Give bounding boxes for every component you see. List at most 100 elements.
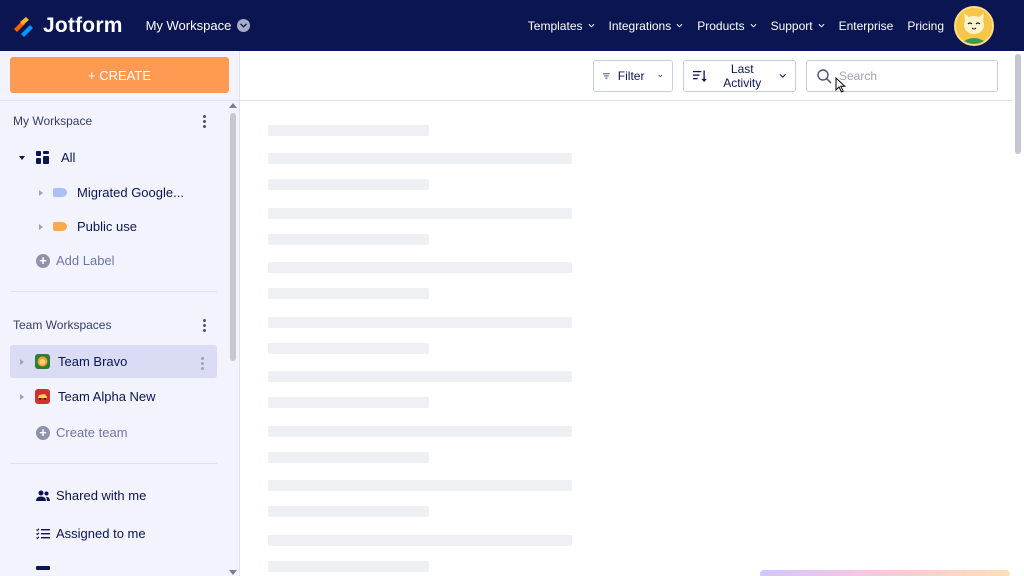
team-workspaces-more-icon[interactable]: [202, 319, 206, 332]
chevron-down-icon: [658, 74, 663, 78]
lion-icon: [35, 354, 50, 369]
main-scrollbar-thumb[interactable]: [1015, 54, 1021, 154]
loading-skeleton-bar: [268, 343, 429, 354]
forms-list-loading: [240, 101, 1013, 576]
workspace-switcher-label: My Workspace: [145, 18, 232, 33]
nav-item-label: Enterprise: [838, 18, 894, 33]
loading-skeleton-bar: [268, 535, 572, 546]
car-icon: [35, 389, 50, 404]
sidebar-item-label: Team Bravo: [58, 354, 128, 369]
nav-item-label: Integrations: [608, 18, 672, 33]
sidebar-scrollbar-thumb[interactable]: [230, 113, 236, 361]
loading-skeleton-bar: [268, 426, 572, 437]
user-avatar[interactable]: [954, 6, 994, 46]
chevron-down-icon: [818, 23, 825, 28]
loading-skeleton-bar: [268, 179, 429, 190]
scroll-down-arrow-icon[interactable]: [229, 570, 237, 575]
loading-skeleton-bar: [268, 125, 429, 136]
nav-templates[interactable]: Templates: [528, 19, 595, 33]
divider: [10, 463, 217, 464]
nav-item-label: Pricing: [907, 18, 944, 33]
plus-circle-icon: +: [36, 425, 50, 440]
filter-button[interactable]: Filter: [593, 60, 673, 92]
nav-item-label: Products: [697, 18, 745, 33]
chevron-down-icon: [750, 23, 757, 28]
loading-skeleton-bar: [268, 371, 572, 382]
sidebar-item-label: Assigned to me: [56, 526, 146, 541]
label-tag-icon: [53, 222, 67, 231]
filter-button-label: Filter: [617, 69, 645, 83]
sort-button[interactable]: Last Activity: [683, 60, 796, 92]
jotform-logo-icon: [13, 16, 33, 37]
loading-skeleton-bar: [268, 506, 429, 517]
label-tag-icon: [53, 188, 67, 197]
users-icon: [36, 490, 50, 501]
sort-icon: [693, 69, 707, 82]
divider: [0, 100, 239, 101]
sidebar-team-bravo[interactable]: Team Bravo: [20, 354, 127, 369]
create-button[interactable]: + CREATE: [10, 57, 229, 93]
nav-products[interactable]: Products: [697, 18, 757, 33]
my-workspace-more-icon[interactable]: [202, 115, 206, 128]
sidebar-item-label: All: [61, 150, 76, 165]
sort-button-label: Last Activity: [723, 62, 762, 90]
loading-skeleton-bar: [268, 288, 429, 299]
workspace-switcher[interactable]: My Workspace: [146, 18, 251, 33]
cat-avatar-icon: [956, 8, 992, 44]
chevron-down-icon: [237, 19, 251, 32]
loading-skeleton-bar: [268, 452, 429, 463]
caret-right-icon: [20, 393, 24, 400]
loading-skeleton-bar: [268, 317, 572, 328]
loading-skeleton-bar: [268, 153, 572, 164]
loading-skeleton-bar: [268, 208, 572, 219]
nav-support[interactable]: Support: [771, 19, 825, 33]
sidebar-item-shared-with-me[interactable]: Shared with me: [36, 488, 146, 503]
loading-skeleton-bar: [268, 397, 429, 408]
sidebar-item-label: Team Alpha New: [58, 389, 156, 404]
sidebar-item-label: Migrated Google...: [77, 185, 184, 200]
my-workspace-title: My Workspace: [13, 114, 93, 128]
search-input[interactable]: [839, 69, 979, 83]
caret-right-icon: [39, 189, 43, 196]
jotform-logo[interactable]: Jotform: [12, 14, 123, 38]
add-label-button[interactable]: + Add Label: [36, 253, 115, 268]
brand-name: Jotform: [43, 13, 123, 37]
sidebar-label-migrated-google[interactable]: Migrated Google...: [39, 185, 184, 200]
filter-icon: [603, 73, 610, 79]
loading-skeleton-bar: [268, 234, 429, 245]
nav-pricing[interactable]: Pricing: [907, 19, 944, 33]
decorative-gradient: [760, 570, 1010, 576]
sidebar-item-assigned-to-me[interactable]: Assigned to me: [36, 526, 146, 541]
team-bravo-more-icon[interactable]: [200, 357, 204, 370]
divider: [10, 291, 217, 292]
add-label-text: Add Label: [56, 253, 115, 268]
create-team-button[interactable]: + Create team: [36, 425, 128, 440]
sidebar: + CREATE My Workspace All Migrated Googl…: [0, 51, 240, 576]
chevron-down-icon: [676, 23, 683, 28]
forms-toolbar: Filter Last Activity: [240, 51, 1013, 101]
loading-skeleton-bar: [268, 480, 572, 491]
sidebar-team-alpha-new[interactable]: Team Alpha New: [20, 389, 156, 404]
sidebar-scrollbar[interactable]: [228, 103, 238, 575]
sidebar-item-all[interactable]: All: [19, 150, 75, 165]
sidebar-item-label: Public use: [77, 219, 137, 234]
caret-right-icon: [39, 223, 43, 230]
caret-down-icon: [19, 155, 25, 160]
nav-enterprise[interactable]: Enterprise: [839, 19, 894, 33]
checklist-icon: [36, 527, 50, 539]
create-team-text: Create team: [56, 425, 128, 440]
chevron-down-icon: [779, 73, 786, 78]
nav-integrations[interactable]: Integrations: [609, 19, 684, 33]
caret-right-icon: [20, 358, 24, 365]
sidebar-label-public-use[interactable]: Public use: [39, 219, 137, 234]
top-navigation-bar: Jotform My Workspace Templates Integrati…: [0, 0, 1024, 51]
chevron-down-icon: [588, 23, 594, 28]
loading-skeleton-bar: [268, 262, 572, 273]
scroll-up-arrow-icon[interactable]: [229, 103, 237, 108]
mouse-cursor-icon: [835, 77, 846, 93]
plus-circle-icon: +: [36, 253, 50, 268]
nav-item-label: Support: [770, 18, 813, 33]
main-scrollbar[interactable]: [1013, 51, 1024, 576]
loading-skeleton-bar: [268, 561, 429, 572]
search-icon: [817, 68, 832, 84]
